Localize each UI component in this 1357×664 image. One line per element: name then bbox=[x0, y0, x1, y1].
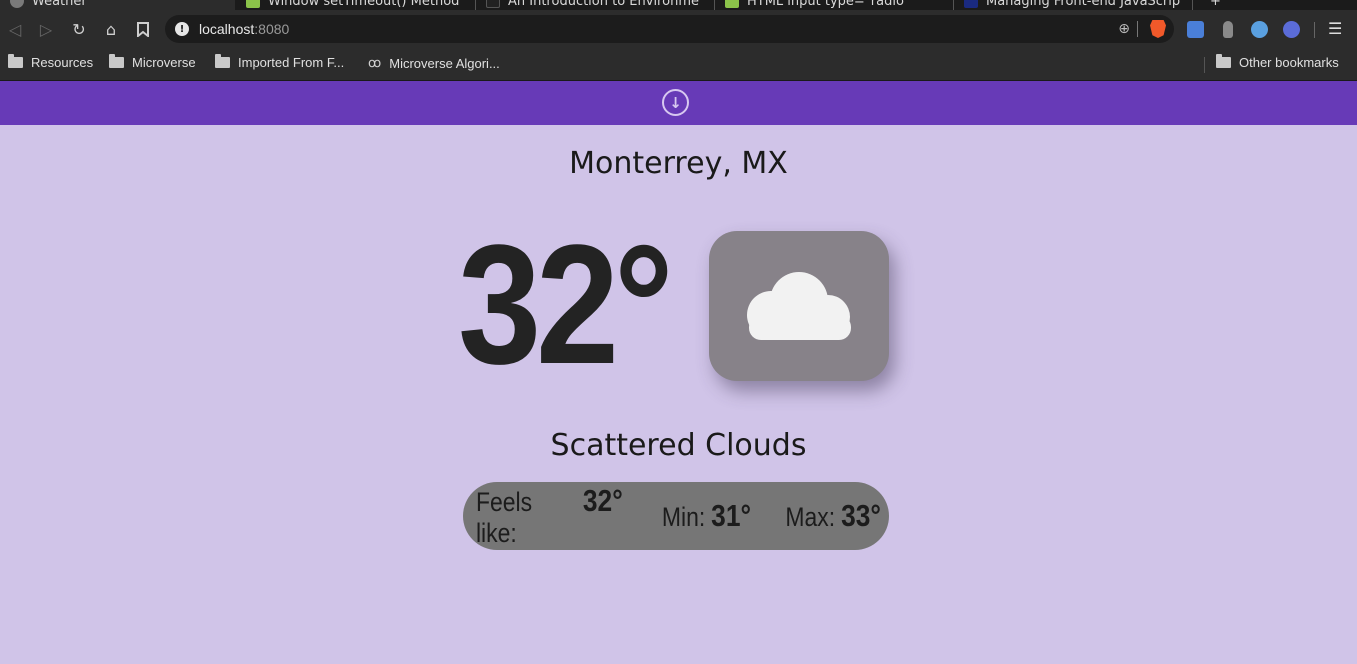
bookmark-label: Microverse Algori... bbox=[389, 55, 500, 71]
bookmark-resources[interactable]: Resources bbox=[8, 54, 94, 70]
bookmark-button[interactable] bbox=[132, 18, 154, 40]
tab-label: An Introduction to Environme bbox=[508, 0, 699, 9]
bookmark-icon bbox=[137, 21, 149, 37]
extension-icon[interactable] bbox=[1223, 21, 1233, 38]
bookmark-label: Imported From F... bbox=[238, 55, 345, 70]
folder-icon bbox=[215, 54, 230, 68]
w3schools-icon bbox=[725, 0, 739, 8]
bookmarks-bar: Resources Microverse Imported From F... … bbox=[0, 48, 1357, 81]
bookmark-microverse[interactable]: Microverse bbox=[109, 54, 196, 70]
new-tab-button[interactable]: + bbox=[1200, 0, 1230, 10]
url-port: :8080 bbox=[254, 21, 290, 37]
home-button[interactable]: ⌂ bbox=[100, 18, 122, 40]
zoom-icon[interactable]: ⊕ bbox=[1118, 21, 1130, 37]
site-icon bbox=[486, 0, 500, 8]
vimium-extension-icon[interactable] bbox=[1251, 21, 1268, 38]
plus-icon: + bbox=[1210, 0, 1221, 9]
w3schools-icon bbox=[246, 0, 260, 8]
bookmark-other[interactable]: Other bookmarks bbox=[1216, 54, 1339, 70]
folder-icon bbox=[109, 54, 124, 68]
details-pill: Feels like: 32° Min: 31° Max: 33° bbox=[463, 482, 889, 550]
folder-icon bbox=[1216, 54, 1231, 68]
forward-arrow-icon: ▷ bbox=[39, 19, 53, 39]
microverse-icon: ꝏ bbox=[368, 55, 382, 70]
tab-label: HTML input type="radio" bbox=[747, 0, 910, 9]
max-label: Max: bbox=[785, 502, 835, 532]
weather-description: Scattered Clouds bbox=[550, 428, 807, 463]
tab-label: Weather bbox=[32, 0, 87, 9]
back-button[interactable]: ◁ bbox=[4, 18, 26, 40]
min-temp: Min: 31° bbox=[662, 498, 751, 534]
brave-shields-icon[interactable] bbox=[1150, 20, 1166, 38]
site-icon bbox=[964, 0, 978, 8]
bookmark-imported[interactable]: Imported From F... bbox=[215, 54, 345, 70]
info-icon[interactable]: ! bbox=[175, 22, 189, 36]
tab-settimeout[interactable]: Window setTimeout() Method bbox=[236, 0, 474, 10]
url-host: localhost bbox=[199, 21, 255, 37]
reload-icon: ↻ bbox=[72, 19, 86, 39]
folder-icon bbox=[8, 54, 23, 68]
tab-environment[interactable]: An Introduction to Environme bbox=[476, 0, 713, 10]
menu-icon[interactable]: ☰ bbox=[1328, 19, 1342, 38]
browser-toolbar: ◁ ▷ ↻ ⌂ ! localhost:8080 ⊕ ☰ bbox=[0, 10, 1357, 48]
max-value: 33° bbox=[840, 498, 881, 533]
tab-strip: Weather Window setTimeout() Method An In… bbox=[0, 0, 1357, 10]
bookmark-label: Microverse bbox=[132, 55, 196, 70]
bookmark-label: Other bookmarks bbox=[1239, 55, 1339, 70]
min-value: 31° bbox=[710, 498, 751, 533]
feels-like-label: Feels like: bbox=[475, 487, 533, 548]
city-name: Monterrey, MX bbox=[569, 146, 788, 181]
globe-icon bbox=[10, 0, 24, 8]
tab-radio[interactable]: HTML input type="radio" bbox=[715, 0, 952, 10]
max-temp: Max: 33° bbox=[785, 498, 881, 534]
forward-button[interactable]: ▷ bbox=[35, 18, 57, 40]
back-arrow-icon: ◁ bbox=[8, 19, 22, 39]
feels-like: Feels like: 32° bbox=[476, 483, 623, 549]
tab-label: Window setTimeout() Method bbox=[268, 0, 460, 9]
bookmark-label: Resources bbox=[31, 55, 94, 70]
bookmark-microverse-algorithms[interactable]: ꝏ Microverse Algori... bbox=[368, 55, 500, 71]
temperature: 32° bbox=[458, 210, 674, 400]
tab-label: Managing Front-end JavaScrip bbox=[986, 0, 1181, 9]
reload-button[interactable]: ↻ bbox=[68, 18, 90, 40]
tab-frontend[interactable]: Managing Front-end JavaScrip bbox=[954, 0, 1191, 10]
url-text[interactable]: localhost:8080 bbox=[199, 21, 289, 37]
feels-like-value: 32° bbox=[582, 483, 623, 518]
home-icon: ⌂ bbox=[105, 19, 117, 39]
min-label: Min: bbox=[661, 502, 705, 532]
check-extension-icon[interactable] bbox=[1283, 21, 1300, 38]
cloud-icon bbox=[747, 272, 851, 340]
download-arrow-icon[interactable]: ↓ bbox=[662, 89, 689, 116]
translate-extension-icon[interactable] bbox=[1187, 21, 1204, 38]
address-bar[interactable]: ! localhost:8080 ⊕ bbox=[165, 15, 1174, 43]
tab-weather[interactable]: Weather bbox=[0, 0, 235, 10]
weather-icon-card bbox=[709, 231, 889, 381]
header-bar: ↓ bbox=[0, 81, 1357, 125]
